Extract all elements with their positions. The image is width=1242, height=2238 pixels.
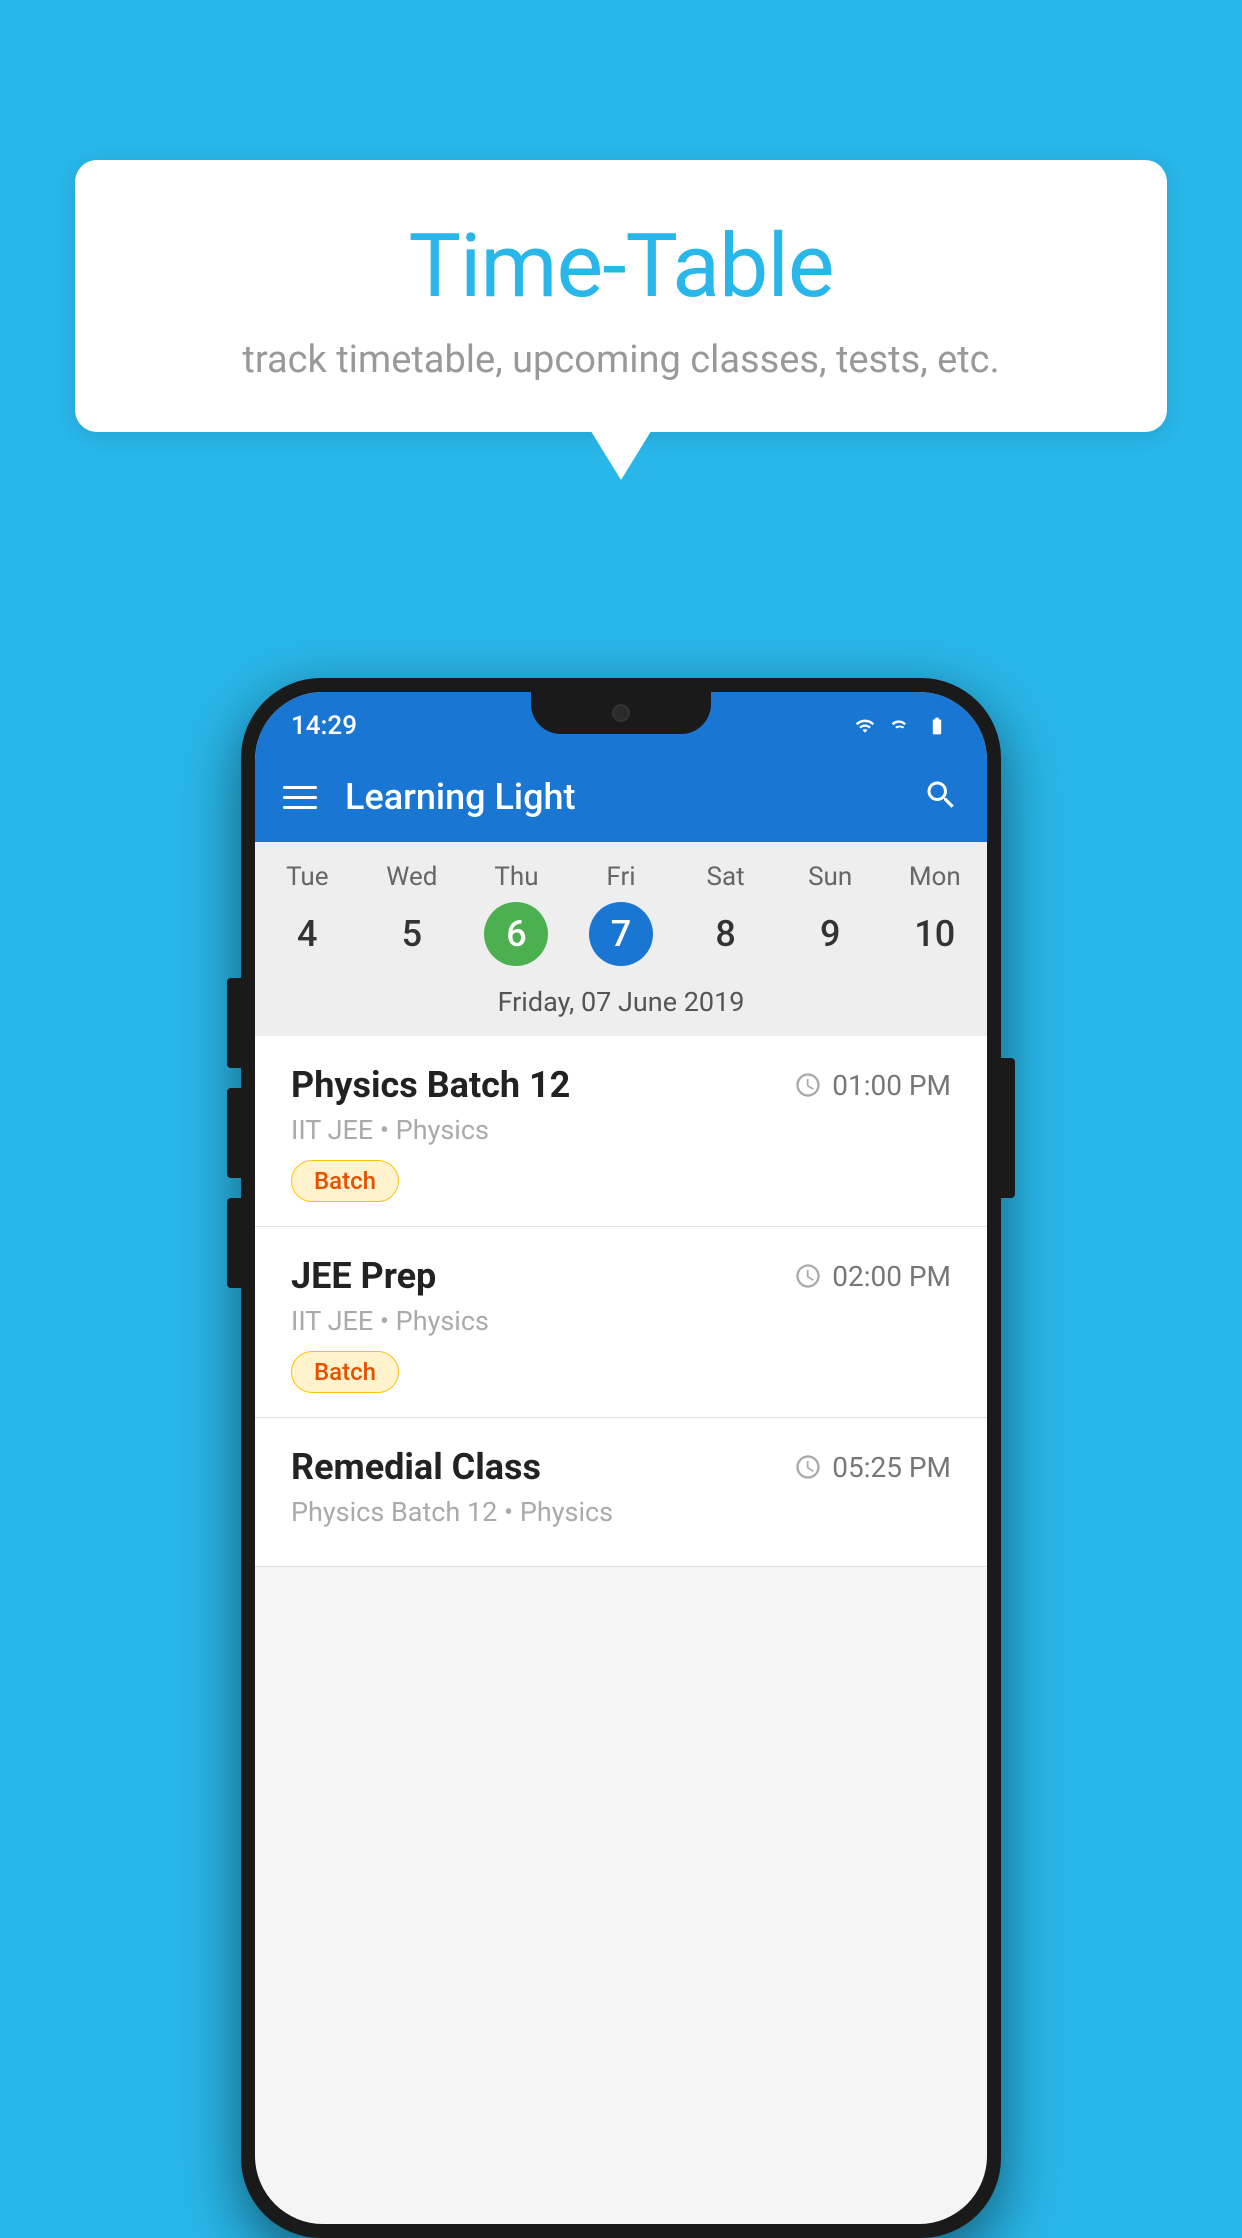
- phone-outer: 14:29: [241, 678, 1001, 2238]
- schedule-item[interactable]: Physics Batch 12 01:00 PM IIT JEE • Physic…: [255, 1036, 987, 1227]
- camera-dot: [612, 704, 630, 722]
- status-time: 14:29: [291, 711, 357, 741]
- days-row: Tue 4 Wed 5 Thu 6 Fri 7 Sat 8 Sun 9 Mon 10: [255, 842, 987, 974]
- day-col-sun[interactable]: Sun 9: [778, 862, 883, 966]
- schedule-item-header: Physics Batch 12 01:00 PM: [291, 1064, 951, 1106]
- clock-icon: [794, 1071, 822, 1099]
- app-bar: Learning Light: [255, 752, 987, 842]
- schedule-time: 02:00 PM: [794, 1260, 951, 1293]
- phone-screen: 14:29: [255, 692, 987, 2224]
- speech-bubble-container: Time-Table track timetable, upcoming cla…: [75, 160, 1167, 432]
- schedule-item-header: JEE Prep 02:00 PM: [291, 1255, 951, 1297]
- schedule-list: Physics Batch 12 01:00 PM IIT JEE • Physic…: [255, 1036, 987, 1567]
- schedule-title: JEE Prep: [291, 1255, 436, 1297]
- day-col-sat[interactable]: Sat 8: [673, 862, 778, 966]
- calendar-section: Tue 4 Wed 5 Thu 6 Fri 7 Sat 8 Sun 9 Mon 10 Friday, 07…: [255, 842, 987, 1036]
- selected-date-label: Friday, 07 June 2019: [255, 974, 987, 1036]
- day-label: Sat: [707, 862, 745, 892]
- status-icons: [851, 716, 951, 736]
- day-label: Tue: [286, 862, 328, 892]
- hamburger-line-1: [283, 786, 317, 789]
- hamburger-line-3: [283, 806, 317, 809]
- schedule-item[interactable]: JEE Prep 02:00 PM IIT JEE • Physics Batch: [255, 1227, 987, 1418]
- app-title: Learning Light: [345, 776, 923, 818]
- day-number: 9: [798, 902, 862, 966]
- signal-icon: [887, 716, 915, 736]
- day-col-tue[interactable]: Tue 4: [255, 862, 360, 966]
- day-number: 10: [903, 902, 967, 966]
- day-number: 6: [484, 902, 548, 966]
- day-col-mon[interactable]: Mon 10: [882, 862, 987, 966]
- day-label: Wed: [386, 862, 437, 892]
- wifi-icon: [851, 716, 879, 736]
- hamburger-line-2: [283, 796, 317, 799]
- day-number: 5: [380, 902, 444, 966]
- search-icon: [923, 777, 959, 813]
- hamburger-menu[interactable]: [283, 786, 317, 809]
- schedule-title: Remedial Class: [291, 1446, 541, 1488]
- phone-frame: 14:29: [241, 678, 1001, 2238]
- schedule-item-header: Remedial Class 05:25 PM: [291, 1446, 951, 1488]
- schedule-sub: IIT JEE • Physics: [291, 1305, 951, 1337]
- schedule-sub: IIT JEE • Physics: [291, 1114, 951, 1146]
- day-label: Mon: [909, 862, 961, 892]
- schedule-item[interactable]: Remedial Class 05:25 PM Physics Batch 12 •…: [255, 1418, 987, 1567]
- day-number: 7: [589, 902, 653, 966]
- search-button[interactable]: [923, 777, 959, 817]
- day-col-wed[interactable]: Wed 5: [360, 862, 465, 966]
- batch-badge: Batch: [291, 1160, 399, 1202]
- schedule-time: 05:25 PM: [794, 1451, 951, 1484]
- schedule-title: Physics Batch 12: [291, 1064, 570, 1106]
- speech-bubble: Time-Table track timetable, upcoming cla…: [75, 160, 1167, 432]
- schedule-time: 01:00 PM: [794, 1069, 951, 1102]
- day-col-thu[interactable]: Thu 6: [464, 862, 569, 966]
- day-label: Fri: [606, 862, 635, 892]
- day-number: 8: [694, 902, 758, 966]
- battery-icon: [923, 716, 951, 736]
- day-col-fri[interactable]: Fri 7: [569, 862, 674, 966]
- day-label: Sun: [808, 862, 852, 892]
- notch: [531, 692, 711, 734]
- bubble-title: Time-Table: [135, 215, 1107, 318]
- schedule-sub: Physics Batch 12 • Physics: [291, 1496, 951, 1528]
- clock-icon: [794, 1453, 822, 1481]
- bubble-subtitle: track timetable, upcoming classes, tests…: [135, 338, 1107, 382]
- day-number: 4: [275, 902, 339, 966]
- day-label: Thu: [494, 862, 538, 892]
- clock-icon: [794, 1262, 822, 1290]
- batch-badge: Batch: [291, 1351, 399, 1393]
